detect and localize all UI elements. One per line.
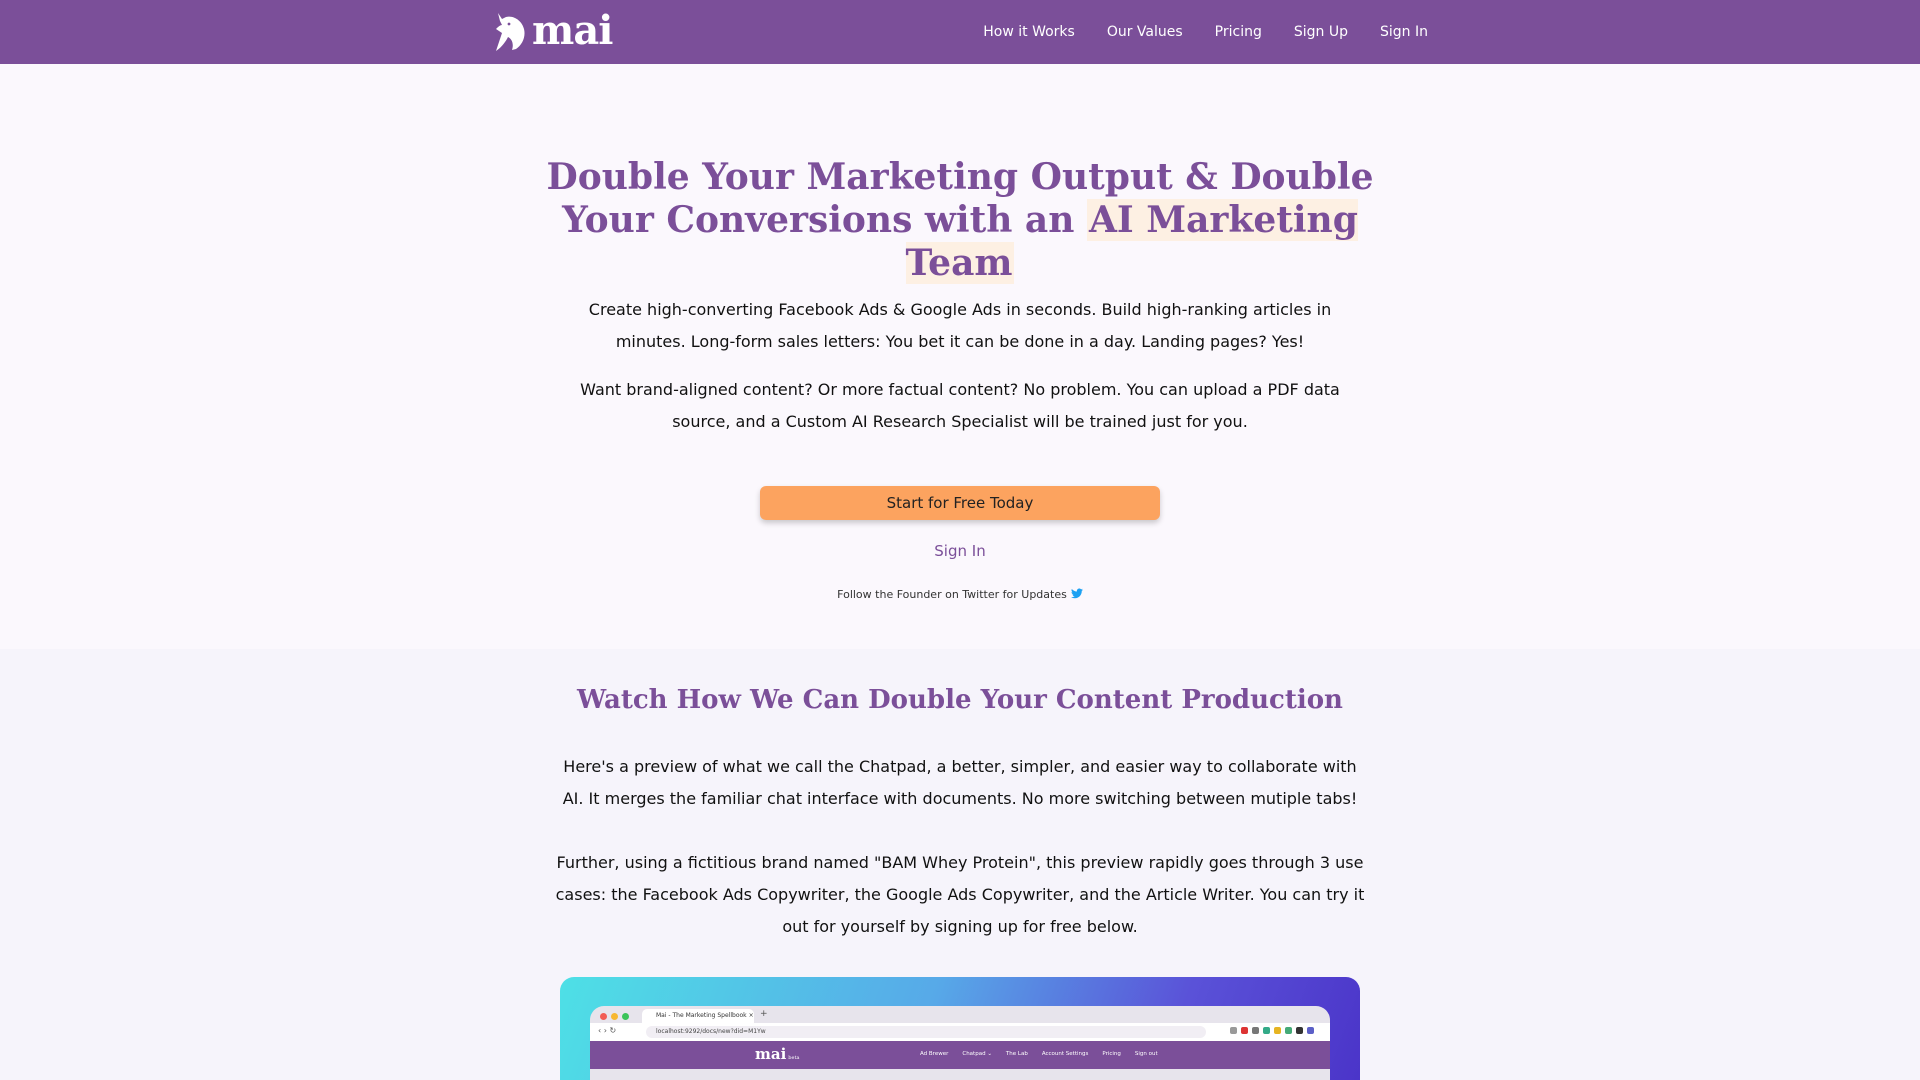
twitter-follow-link[interactable]: Follow the Founder on Twitter for Update… xyxy=(837,588,1067,601)
extension-icons xyxy=(1226,1027,1314,1034)
preview-nav-item: Account Settings xyxy=(1041,1051,1089,1057)
nav-links: How it Works Our Values Pricing Sign Up … xyxy=(951,0,1428,64)
close-dot-icon xyxy=(600,1013,607,1020)
twitter-follow: Follow the Founder on Twitter for Update… xyxy=(760,588,1160,601)
nav-our-values[interactable]: Our Values xyxy=(1107,24,1183,40)
preview-nav-item: Ad Brewer xyxy=(920,1051,949,1057)
watch-paragraph-1: Here's a preview of what we call the Cha… xyxy=(562,757,1358,808)
watch-section: Watch How We Can Double Your Content Pro… xyxy=(0,649,1920,1080)
hero-section: Double Your Marketing Output & Double Yo… xyxy=(0,64,1920,649)
nav-pricing[interactable]: Pricing xyxy=(1215,24,1262,40)
watch-paragraph-2: Further, using a fictitious brand named … xyxy=(555,853,1365,936)
hero-sign-in-link[interactable]: Sign In xyxy=(860,542,1060,560)
nav-sign-up[interactable]: Sign Up xyxy=(1294,24,1348,40)
preview-logo-badge: beta xyxy=(788,1055,800,1061)
address-bar: localhost:9292/docs/new?did=M1Yw xyxy=(646,1026,1206,1038)
top-nav: mai How it Works Our Values Pricing Sign… xyxy=(0,0,1920,64)
preview-app-nav: mai beta Ad Brewer Chatpad ⌄ The Lab Acco… xyxy=(590,1041,1330,1069)
browser-tab: Mai - The Marketing Spellbook × xyxy=(642,1009,754,1023)
watch-heading: Watch How We Can Double Your Content Pro… xyxy=(577,685,1343,715)
preview-logo-text: mai xyxy=(755,1045,787,1063)
browser-toolbar: ‹ › ↻ localhost:9292/docs/new?did=M1Yw xyxy=(590,1023,1330,1041)
preview-nav-item: Pricing xyxy=(1102,1051,1121,1057)
minimize-dot-icon xyxy=(611,1013,618,1020)
browser-mockup: Mai - The Marketing Spellbook × + ‹ › ↻ … xyxy=(590,1006,1330,1080)
logo-link[interactable]: mai xyxy=(492,7,613,54)
new-tab-icon: + xyxy=(760,1009,768,1019)
logo-text: mai xyxy=(532,7,613,54)
browser-tab-title: Mai - The Marketing Spellbook xyxy=(656,1012,747,1019)
preview-nav-item: Sign out xyxy=(1134,1051,1158,1057)
preview-nav-links: Ad Brewer Chatpad ⌄ The Lab Account Sett… xyxy=(920,1051,1172,1057)
chatpad-preview-video[interactable]: Mai - The Marketing Spellbook × + ‹ › ↻ … xyxy=(560,977,1360,1080)
horse-head-logo-icon xyxy=(496,13,525,51)
hero-paragraph-1: Create high-converting Facebook Ads & Go… xyxy=(588,300,1332,351)
start-free-button[interactable]: Start for Free Today xyxy=(760,486,1160,520)
preview-logo: mai beta xyxy=(755,1045,799,1063)
preview-nav-item: Chatpad ⌄ xyxy=(962,1051,992,1057)
preview-nav-item: The Lab xyxy=(1005,1051,1028,1057)
window-controls xyxy=(600,1013,633,1020)
nav-how-it-works[interactable]: How it Works xyxy=(983,24,1075,40)
hero-paragraph-2: Want brand-aligned content? Or more fact… xyxy=(580,380,1340,431)
twitter-bird-icon[interactable] xyxy=(1070,588,1083,599)
maximize-dot-icon xyxy=(622,1013,629,1020)
nav-arrows-icon: ‹ › ↻ xyxy=(598,1026,617,1035)
nav-sign-in[interactable]: Sign In xyxy=(1380,24,1428,40)
hero-headline: Double Your Marketing Output & Double Yo… xyxy=(530,156,1390,285)
